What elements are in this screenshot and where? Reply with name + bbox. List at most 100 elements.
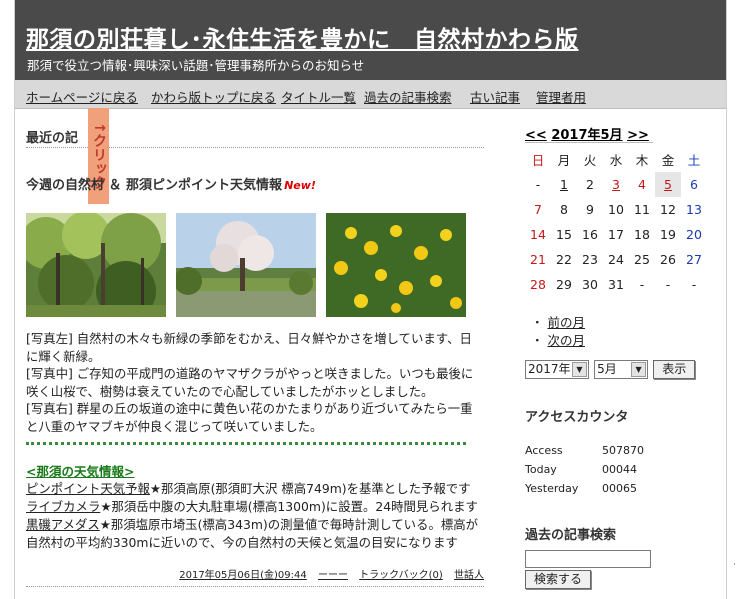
trackback-link[interactable]: トラックバック(0)	[359, 570, 443, 581]
post-body: [写真左] 自然村の木々も新緑の季節をむかえ、日々鮮やかさを増しています、日に輝…	[26, 330, 482, 435]
calendar-day-link[interactable]: 1	[551, 172, 577, 197]
calendar-day: 17	[608, 227, 624, 242]
weekday-sat: 土	[687, 153, 701, 168]
calendar-week-row: 14 15 16 17 18 19 20	[525, 222, 707, 247]
calendar-day: 10	[608, 202, 624, 217]
weekday-fri: 金	[661, 153, 675, 168]
page: 那須の別荘暮し･永住生活を豊かに 自然村かわら版 那須で役立つ情報･興味深い話題…	[14, 0, 727, 599]
access-counter-row: Access 507870	[525, 441, 644, 460]
calendar-week-row: 28 29 30 31 - - -	[525, 272, 707, 297]
calendar-day: -	[639, 277, 645, 292]
chevron-down-icon[interactable]: ▼	[572, 362, 587, 377]
counter-label: Access	[525, 444, 563, 457]
calendar-day: 31	[608, 277, 624, 292]
calendar-day: 2	[586, 177, 594, 192]
calendar-weekday-row: 日 月 火 水 木 金 土	[525, 147, 707, 172]
calendar-day: 19	[660, 227, 676, 242]
calendar-day: 23	[582, 252, 598, 267]
calendar-week-row: 7 8 9 10 11 12 13	[525, 197, 707, 222]
calendar-day: 8	[560, 202, 568, 217]
chevron-down-icon[interactable]: ▼	[631, 362, 647, 377]
calendar-day: 14	[530, 227, 546, 242]
nav-search-link[interactable]: 過去の記事検索	[364, 87, 452, 106]
live-camera-link[interactable]: ライブカメラ	[26, 499, 100, 514]
calendar-week-row: 21 22 23 24 25 26 27	[525, 247, 707, 272]
green-dotted-divider	[26, 442, 466, 445]
weekday-thu: 木	[635, 153, 649, 168]
year-select[interactable]: 2017年 ▼	[525, 360, 589, 379]
cherry-tree-photo[interactable]	[176, 213, 316, 317]
month-nav: ・ 前の月 ・ 次の月	[531, 315, 585, 348]
calendar-day: 28	[530, 277, 546, 292]
search-input[interactable]	[525, 550, 651, 568]
next-month-arrow[interactable]: >>	[627, 128, 649, 143]
next-month-link[interactable]: 次の月	[547, 333, 585, 348]
weekday-mon: 月	[557, 153, 571, 168]
counter-value: 00065	[602, 482, 637, 495]
post-footer: 2017年05月06日(金)09:44 ーーー トラックバック(0) 世話人	[26, 566, 484, 581]
counter-label: Yesterday	[525, 482, 579, 495]
edge-marker: ·	[733, 560, 736, 570]
kuroiso-amedas-link[interactable]: 黒磯アメダス	[26, 517, 100, 532]
main-content: 最近の記 ↑クリック 今週の自然村 ＆ 那須ピンポイント天気情報 New! [写…	[26, 108, 486, 599]
access-counter-heading: アクセスカウンタ	[525, 410, 629, 425]
nav-old-articles-link[interactable]: 古い記事	[470, 87, 520, 106]
calendar-day: 21	[530, 252, 546, 267]
prev-month-arrow[interactable]: <<	[525, 128, 547, 143]
calendar-day: 30	[582, 277, 598, 292]
calendar-day: 4	[638, 177, 646, 192]
calendar-day: 15	[556, 227, 572, 242]
calendar-day: 11	[634, 202, 650, 217]
month-select[interactable]: 5月 ▼	[594, 360, 649, 379]
calendar-day: 12	[660, 202, 676, 217]
article-search-heading: 過去の記事検索	[525, 528, 617, 543]
calendar-day: 26	[660, 252, 676, 267]
photo-left-caption: [写真左] 自然村の木々も新緑の季節をむかえ、日々鮮やかさを増しています、日に輝…	[26, 331, 472, 364]
nav-title-list-link[interactable]: タイトル一覧	[281, 87, 356, 106]
post-footer-divider	[26, 586, 484, 587]
post-title-text: 今週の自然村 ＆ 那須ピンポイント天気情報	[26, 178, 283, 193]
calendar-day: 22	[556, 252, 572, 267]
pinpoint-forecast-link[interactable]: ピンポイント天気予報	[26, 481, 150, 496]
nav-kawaraban-top-link[interactable]: かわら版トップに戻る	[151, 87, 276, 106]
calendar-day: 25	[634, 252, 650, 267]
calendar-day: 24	[608, 252, 624, 267]
calendar-week-row: - 1 2 3 4 5 6	[525, 172, 707, 197]
post-title[interactable]: 今週の自然村 ＆ 那須ピンポイント天気情報 New!	[26, 174, 316, 193]
calendar-title: << 2017年5月 >>	[525, 124, 649, 143]
calendar-day-today[interactable]: 5	[655, 172, 681, 197]
pinpoint-forecast-text: ★那須高原(那須町大沢 標高749m)を基準とした予報です	[149, 481, 471, 496]
weather-info: ピンポイント天気予報★那須高原(那須町大沢 標高749m)を基準とした予報です …	[26, 480, 484, 552]
calendar-day: 13	[686, 202, 702, 217]
new-badge: New!	[284, 179, 316, 192]
calendar-day: 20	[686, 227, 702, 242]
site-header: 那須の別荘暮し･永住生活を豊かに 自然村かわら版 那須で役立つ情報･興味深い話題…	[15, 0, 726, 80]
calendar-day: -	[691, 277, 697, 292]
site-title[interactable]: 那須の別荘暮し･永住生活を豊かに 自然村かわら版	[26, 20, 579, 54]
forest-photo[interactable]	[26, 213, 166, 317]
search-button[interactable]: 検索する	[525, 570, 592, 589]
category-link[interactable]: 世話人	[454, 570, 484, 581]
show-button[interactable]: 表示	[653, 360, 696, 379]
nav-admin-link[interactable]: 管理者用	[536, 87, 586, 106]
access-counter-table: Access 507870 Today 00044 Yesterday 0006…	[525, 441, 644, 498]
nav-home-link[interactable]: ホームページに戻る	[26, 87, 138, 106]
calendar-day: 29	[556, 277, 572, 292]
calendar-month-label[interactable]: 2017年5月	[551, 128, 622, 143]
nav-bar: ホームページに戻る かわら版トップに戻る タイトル一覧 過去の記事検索 古い記事…	[15, 80, 726, 109]
calendar-day-link[interactable]: 3	[603, 172, 629, 197]
post-date-link[interactable]: 2017年05月06日(金)09:44	[179, 570, 307, 581]
calendar-day: 6	[690, 177, 698, 192]
month-selector: 2017年 ▼ 5月 ▼ 表示	[525, 360, 696, 379]
calendar-title-underline	[525, 142, 653, 143]
site-description: 那須で役立つ情報･興味深い話題･管理事務所からのお知らせ	[27, 58, 365, 73]
yellow-flowers-photo[interactable]	[326, 213, 466, 317]
month-select-value: 5月	[597, 362, 617, 376]
calendar-day: 16	[582, 227, 598, 242]
weather-heading: <那須の天気情報>	[26, 464, 135, 479]
counter-value: 507870	[602, 444, 644, 457]
access-counter-row: Yesterday 00065	[525, 479, 644, 498]
calendar-grid: 日 月 火 水 木 金 土 - 1 2 3 4 5 6 7 8 9 10 11 …	[525, 147, 707, 297]
prev-month-link[interactable]: 前の月	[547, 315, 585, 330]
post-author-link[interactable]: ーーー	[318, 570, 348, 581]
